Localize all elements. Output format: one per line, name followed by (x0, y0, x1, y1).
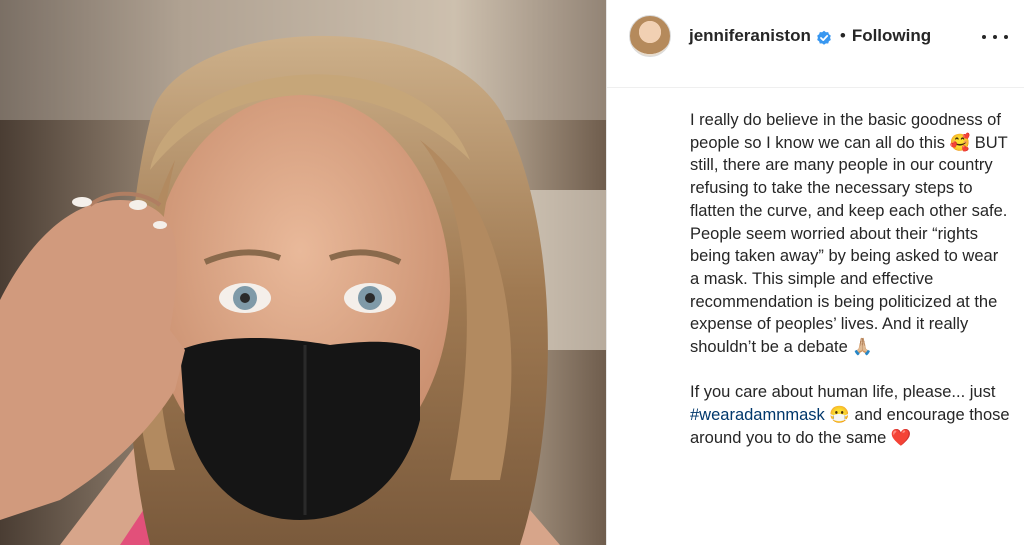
verified-badge-icon (816, 30, 832, 46)
separator-dot: • (839, 25, 846, 45)
username-link[interactable]: jenniferaniston (689, 26, 811, 46)
avatar[interactable] (629, 14, 671, 57)
more-dot (993, 35, 997, 39)
post-photo[interactable] (0, 0, 606, 545)
post-side-panel: jenniferaniston • Following I really do … (606, 0, 1024, 545)
post-caption: I really do believe in the basic goodnes… (690, 109, 1010, 450)
caption-paragraph-2: If you care about human life, please... … (690, 381, 1010, 449)
hashtag-link[interactable]: #wearadamnmask (690, 406, 825, 424)
caption-text: I really do believe in the basic goodnes… (690, 111, 1008, 357)
selfie-illustration (0, 0, 606, 545)
following-button[interactable]: Following (852, 26, 931, 46)
more-options-icon[interactable] (982, 30, 1008, 44)
caption-paragraph-1: I really do believe in the basic goodnes… (690, 109, 1010, 359)
post-header: jenniferaniston • Following (607, 0, 1024, 88)
more-dot (1004, 35, 1008, 39)
more-dot (982, 35, 986, 39)
instagram-post: jenniferaniston • Following I really do … (0, 0, 1024, 545)
caption-text: If you care about human life, please... … (690, 383, 996, 402)
